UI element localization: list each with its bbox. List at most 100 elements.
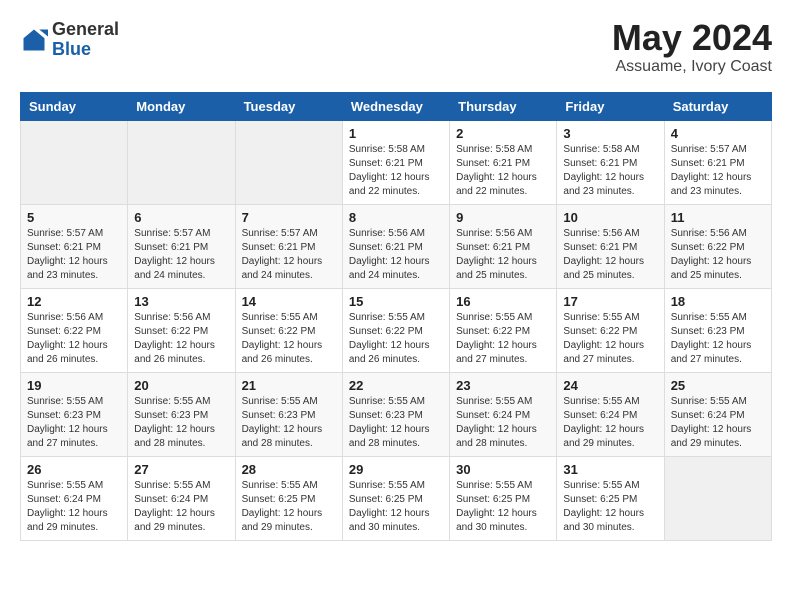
- day-number: 25: [671, 378, 765, 393]
- calendar-cell: 8 Sunrise: 5:56 AM Sunset: 6:21 PM Daylig…: [342, 205, 449, 289]
- calendar-cell: 27 Sunrise: 5:55 AM Sunset: 6:24 PM Dayli…: [128, 457, 235, 541]
- day-number: 24: [563, 378, 657, 393]
- day-number: 23: [456, 378, 550, 393]
- day-info: Sunrise: 5:55 AM Sunset: 6:25 PM Dayligh…: [349, 479, 443, 535]
- day-number: 16: [456, 294, 550, 309]
- day-number: 22: [349, 378, 443, 393]
- day-info: Sunrise: 5:55 AM Sunset: 6:24 PM Dayligh…: [671, 395, 765, 451]
- day-info: Sunrise: 5:55 AM Sunset: 6:22 PM Dayligh…: [349, 311, 443, 367]
- calendar-cell: 4 Sunrise: 5:57 AM Sunset: 6:21 PM Daylig…: [664, 121, 771, 205]
- day-info: Sunrise: 5:55 AM Sunset: 6:25 PM Dayligh…: [563, 479, 657, 535]
- day-number: 15: [349, 294, 443, 309]
- day-info: Sunrise: 5:55 AM Sunset: 6:22 PM Dayligh…: [242, 311, 336, 367]
- day-number: 19: [27, 378, 121, 393]
- day-number: 14: [242, 294, 336, 309]
- day-info: Sunrise: 5:55 AM Sunset: 6:23 PM Dayligh…: [134, 395, 228, 451]
- day-number: 9: [456, 210, 550, 225]
- calendar-cell: 21 Sunrise: 5:55 AM Sunset: 6:23 PM Dayli…: [235, 373, 342, 457]
- day-info: Sunrise: 5:58 AM Sunset: 6:21 PM Dayligh…: [456, 143, 550, 199]
- calendar-week-row: 5Sunrise: 5:57 AM Sunset: 6:21 PM Daylig…: [21, 205, 772, 289]
- calendar-cell: 19 Sunrise: 5:55 AM Sunset: 6:23 PM Dayli…: [21, 373, 128, 457]
- day-info: Sunrise: 5:58 AM Sunset: 6:21 PM Dayligh…: [563, 143, 657, 199]
- day-info: Sunrise: 5:55 AM Sunset: 6:22 PM Dayligh…: [456, 311, 550, 367]
- day-number: 17: [563, 294, 657, 309]
- day-info: Sunrise: 5:56 AM Sunset: 6:22 PM Dayligh…: [134, 311, 228, 367]
- day-info: Sunrise: 5:56 AM Sunset: 6:21 PM Dayligh…: [349, 227, 443, 283]
- day-info: Sunrise: 5:55 AM Sunset: 6:23 PM Dayligh…: [242, 395, 336, 451]
- day-info: Sunrise: 5:56 AM Sunset: 6:21 PM Dayligh…: [456, 227, 550, 283]
- day-info: Sunrise: 5:55 AM Sunset: 6:23 PM Dayligh…: [27, 395, 121, 451]
- day-info: Sunrise: 5:55 AM Sunset: 6:24 PM Dayligh…: [563, 395, 657, 451]
- day-number: 31: [563, 462, 657, 477]
- logo-blue: Blue: [52, 40, 119, 60]
- calendar-cell: 6Sunrise: 5:57 AM Sunset: 6:21 PM Daylig…: [128, 205, 235, 289]
- calendar-header: SundayMondayTuesdayWednesdayThursdayFrid…: [21, 93, 772, 121]
- calendar-cell: 29 Sunrise: 5:55 AM Sunset: 6:25 PM Dayli…: [342, 457, 449, 541]
- calendar-cell: 1Sunrise: 5:58 AM Sunset: 6:21 PM Daylig…: [342, 121, 449, 205]
- calendar-cell: 20 Sunrise: 5:55 AM Sunset: 6:23 PM Dayli…: [128, 373, 235, 457]
- day-of-week-header: Sunday: [21, 93, 128, 121]
- day-number: 10: [563, 210, 657, 225]
- calendar-cell: 25 Sunrise: 5:55 AM Sunset: 6:24 PM Dayli…: [664, 373, 771, 457]
- calendar-cell: 16 Sunrise: 5:55 AM Sunset: 6:22 PM Dayli…: [450, 289, 557, 373]
- calendar-week-row: 19 Sunrise: 5:55 AM Sunset: 6:23 PM Dayli…: [21, 373, 772, 457]
- calendar-cell: 26 Sunrise: 5:55 AM Sunset: 6:24 PM Dayli…: [21, 457, 128, 541]
- calendar-cell: 18Sunrise: 5:55 AM Sunset: 6:23 PM Dayli…: [664, 289, 771, 373]
- calendar-cell: 11 Sunrise: 5:56 AM Sunset: 6:22 PM Dayli…: [664, 205, 771, 289]
- calendar-cell: 28Sunrise: 5:55 AM Sunset: 6:25 PM Dayli…: [235, 457, 342, 541]
- calendar-cell: 2 Sunrise: 5:58 AM Sunset: 6:21 PM Daylig…: [450, 121, 557, 205]
- day-number: 7: [242, 210, 336, 225]
- day-number: 18: [671, 294, 765, 309]
- day-info: Sunrise: 5:55 AM Sunset: 6:24 PM Dayligh…: [27, 479, 121, 535]
- calendar-cell: 24 Sunrise: 5:55 AM Sunset: 6:24 PM Dayli…: [557, 373, 664, 457]
- calendar-cell: [664, 457, 771, 541]
- calendar-cell: 22 Sunrise: 5:55 AM Sunset: 6:23 PM Dayli…: [342, 373, 449, 457]
- day-info: Sunrise: 5:55 AM Sunset: 6:23 PM Dayligh…: [349, 395, 443, 451]
- day-of-week-header: Wednesday: [342, 93, 449, 121]
- calendar-title: May 2024: [612, 20, 772, 56]
- day-of-week-header: Tuesday: [235, 93, 342, 121]
- day-info: Sunrise: 5:58 AM Sunset: 6:21 PM Dayligh…: [349, 143, 443, 199]
- day-of-week-header: Monday: [128, 93, 235, 121]
- calendar-week-row: 12 Sunrise: 5:56 AM Sunset: 6:22 PM Dayli…: [21, 289, 772, 373]
- day-number: 30: [456, 462, 550, 477]
- days-of-week-row: SundayMondayTuesdayWednesdayThursdayFrid…: [21, 93, 772, 121]
- day-of-week-header: Friday: [557, 93, 664, 121]
- day-info: Sunrise: 5:57 AM Sunset: 6:21 PM Dayligh…: [242, 227, 336, 283]
- calendar-body: 1Sunrise: 5:58 AM Sunset: 6:21 PM Daylig…: [21, 121, 772, 541]
- day-info: Sunrise: 5:57 AM Sunset: 6:21 PM Dayligh…: [671, 143, 765, 199]
- logo-icon: [20, 26, 48, 54]
- calendar-cell: 15 Sunrise: 5:55 AM Sunset: 6:22 PM Dayli…: [342, 289, 449, 373]
- logo: General Blue: [20, 20, 119, 60]
- calendar-cell: 9 Sunrise: 5:56 AM Sunset: 6:21 PM Daylig…: [450, 205, 557, 289]
- day-number: 26: [27, 462, 121, 477]
- day-info: Sunrise: 5:55 AM Sunset: 6:24 PM Dayligh…: [134, 479, 228, 535]
- day-info: Sunrise: 5:57 AM Sunset: 6:21 PM Dayligh…: [27, 227, 121, 283]
- day-number: 6: [134, 210, 228, 225]
- day-info: Sunrise: 5:55 AM Sunset: 6:24 PM Dayligh…: [456, 395, 550, 451]
- calendar-cell: 14 Sunrise: 5:55 AM Sunset: 6:22 PM Dayli…: [235, 289, 342, 373]
- day-info: Sunrise: 5:56 AM Sunset: 6:22 PM Dayligh…: [671, 227, 765, 283]
- calendar-subtitle: Assuame, Ivory Coast: [612, 58, 772, 76]
- day-number: 21: [242, 378, 336, 393]
- calendar-cell: [21, 121, 128, 205]
- day-of-week-header: Saturday: [664, 93, 771, 121]
- day-number: 11: [671, 210, 765, 225]
- calendar-cell: 3Sunrise: 5:58 AM Sunset: 6:21 PM Daylig…: [557, 121, 664, 205]
- page-header: General Blue May 2024 Assuame, Ivory Coa…: [20, 20, 772, 76]
- calendar-cell: 5Sunrise: 5:57 AM Sunset: 6:21 PM Daylig…: [21, 205, 128, 289]
- day-info: Sunrise: 5:56 AM Sunset: 6:21 PM Dayligh…: [563, 227, 657, 283]
- day-info: Sunrise: 5:56 AM Sunset: 6:22 PM Dayligh…: [27, 311, 121, 367]
- day-number: 29: [349, 462, 443, 477]
- day-number: 4: [671, 126, 765, 141]
- day-number: 8: [349, 210, 443, 225]
- calendar-cell: 17Sunrise: 5:55 AM Sunset: 6:22 PM Dayli…: [557, 289, 664, 373]
- calendar-cell: 23 Sunrise: 5:55 AM Sunset: 6:24 PM Dayli…: [450, 373, 557, 457]
- day-number: 27: [134, 462, 228, 477]
- calendar-table: SundayMondayTuesdayWednesdayThursdayFrid…: [20, 92, 772, 541]
- day-number: 20: [134, 378, 228, 393]
- calendar-cell: 12 Sunrise: 5:56 AM Sunset: 6:22 PM Dayli…: [21, 289, 128, 373]
- logo-general: General: [52, 20, 119, 40]
- day-number: 2: [456, 126, 550, 141]
- day-number: 12: [27, 294, 121, 309]
